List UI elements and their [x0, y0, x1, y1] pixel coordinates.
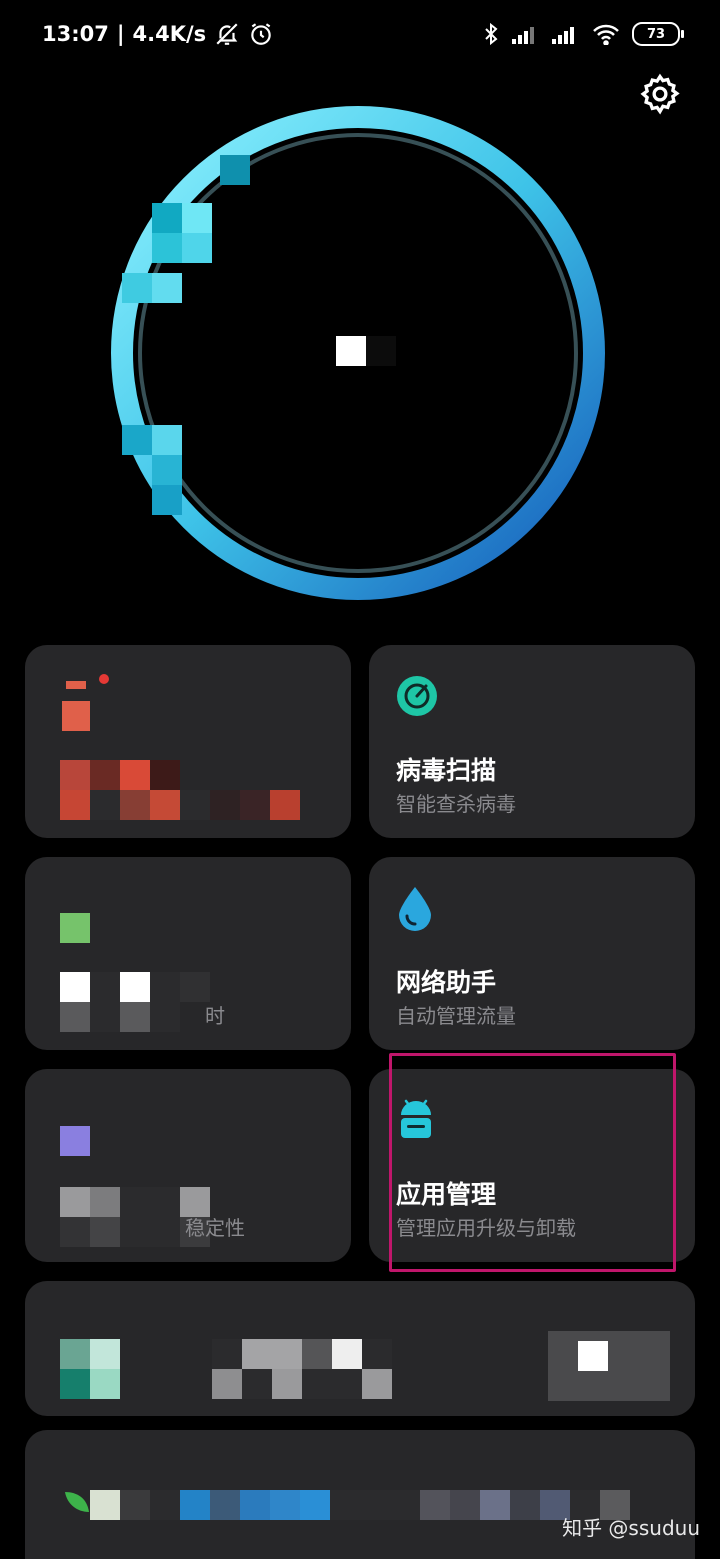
- security-center-screen: 13:07 | 4.4K/s 73 病毒扫描 智能查杀病毒 时 网络助手 自动管…: [0, 0, 720, 1559]
- network-assistant-title: 网络助手: [396, 968, 497, 997]
- battery-tile-partial-text: 时: [205, 1004, 225, 1028]
- bluetooth-icon: [485, 22, 498, 46]
- virus-scan-title: 病毒扫描: [396, 756, 497, 785]
- leaf-icon: [65, 1492, 89, 1512]
- battery-tile-icon: [60, 913, 90, 943]
- wide-tile-right-pixel: [578, 1341, 608, 1371]
- tile-wide-feature[interactable]: [25, 1281, 695, 1416]
- cleaner-icon: [62, 674, 109, 731]
- wide-tile-icon-mosaic: [60, 1339, 120, 1399]
- virus-scan-subtitle: 智能查杀病毒: [396, 792, 516, 816]
- mute-bell-icon: [216, 23, 238, 45]
- battery-icon: 73: [632, 22, 684, 46]
- wide-tile-right-block: [548, 1331, 670, 1401]
- status-bar: 13:07 | 4.4K/s 73: [0, 0, 720, 68]
- tile-battery[interactable]: 时: [25, 857, 351, 1050]
- score-pixel: [336, 336, 366, 366]
- score-pixel-dark: [366, 336, 396, 366]
- status-network-speed: 4.4K/s: [132, 22, 207, 46]
- watermark-text: 知乎 @ssuduu: [562, 1516, 700, 1540]
- water-drop-icon: [399, 887, 431, 931]
- tile-virus-scan[interactable]: 病毒扫描 智能查杀病毒: [369, 645, 695, 838]
- settings-gear-icon[interactable]: [638, 72, 682, 116]
- signal-icon: [512, 27, 534, 44]
- status-time: 13:07: [42, 22, 109, 46]
- battery-level: 73: [646, 26, 666, 42]
- scan-status-ring[interactable]: [100, 95, 620, 615]
- tile-stability[interactable]: 稳定性: [25, 1069, 351, 1262]
- app-manager-highlight: [389, 1053, 676, 1272]
- tile-cleaner-mosaic: [60, 760, 300, 820]
- wide-tile-text-mosaic: [212, 1339, 392, 1399]
- network-assistant-subtitle: 自动管理流量: [396, 1004, 516, 1028]
- stability-tile-partial-text: 稳定性: [185, 1216, 245, 1240]
- signal-icon-2: [552, 27, 574, 44]
- alarm-clock-icon: [251, 23, 271, 45]
- tile-cleaner[interactable]: [25, 645, 351, 838]
- wifi-icon: [593, 24, 619, 45]
- tile-network-assistant[interactable]: 网络助手 自动管理流量: [369, 857, 695, 1050]
- virus-scan-icon: [397, 676, 437, 716]
- status-divider: |: [116, 22, 125, 46]
- tile-battery-mosaic: [60, 972, 210, 1032]
- stability-tile-icon: [60, 1126, 90, 1156]
